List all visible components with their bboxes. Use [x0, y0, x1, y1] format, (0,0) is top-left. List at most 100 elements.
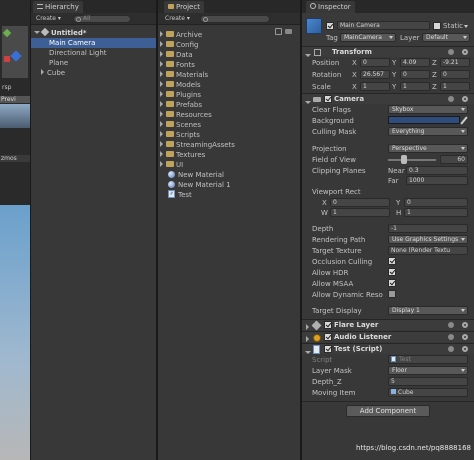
audio-listener-checkbox[interactable] [324, 333, 332, 341]
project-asset[interactable]: # Test [168, 190, 192, 200]
gear-icon[interactable] [462, 346, 468, 352]
label-filter-icon[interactable] [285, 29, 292, 34]
rotation-z-field[interactable]: 0 [440, 70, 470, 79]
viewport-w-field[interactable]: 1 [330, 208, 390, 217]
project-folder[interactable]: Materials [160, 70, 208, 80]
viewport-h-field[interactable]: 1 [404, 208, 468, 217]
project-folder[interactable]: Fonts [160, 60, 195, 70]
fov-slider-track[interactable] [388, 159, 436, 161]
project-asset[interactable]: New Material 1 [168, 180, 231, 190]
active-checkbox[interactable] [326, 22, 334, 30]
fov-field[interactable]: 60 [440, 155, 468, 164]
help-icon[interactable] [448, 96, 454, 102]
chevron-down-icon[interactable] [305, 100, 311, 104]
chevron-right-icon[interactable] [160, 51, 163, 57]
hierarchy-item-main-camera[interactable]: Main Camera [31, 38, 156, 48]
rotation-y-field[interactable]: 0 [400, 70, 430, 79]
rotation-x-field[interactable]: 26.567 [360, 70, 390, 79]
test-script-header[interactable]: Test (Script) [302, 343, 474, 354]
allow-msaa-checkbox[interactable] [388, 279, 396, 287]
hierarchy-create-button[interactable]: Create ▾ [36, 15, 61, 22]
viewport-y-field[interactable]: 0 [404, 198, 468, 207]
hierarchy-item-cube[interactable]: Cube [41, 68, 65, 78]
chevron-right-icon[interactable] [160, 141, 163, 147]
chevron-right-icon[interactable] [306, 324, 309, 330]
culling-mask-dropdown[interactable]: Everything [388, 127, 468, 136]
chevron-right-icon[interactable] [160, 151, 163, 157]
rendering-path-dropdown[interactable]: Use Graphics Settings [388, 235, 468, 244]
object-name-field[interactable]: Main Camera [337, 21, 430, 30]
help-icon[interactable] [448, 49, 454, 55]
chevron-right-icon[interactable] [160, 41, 163, 47]
add-component-button[interactable]: Add Component [346, 405, 430, 417]
static-checkbox[interactable] [433, 22, 441, 30]
tab-project[interactable]: Project [164, 1, 204, 13]
chevron-right-icon[interactable] [160, 91, 163, 97]
hierarchy-search-input[interactable]: All [73, 15, 131, 23]
project-folder[interactable]: Scripts [160, 130, 200, 140]
chevron-right-icon[interactable] [160, 71, 163, 77]
chevron-right-icon[interactable] [160, 61, 163, 67]
depth-field[interactable]: -1 [388, 224, 468, 233]
scene-gizmo[interactable] [2, 26, 28, 78]
layer-dropdown[interactable]: Default [422, 33, 470, 42]
chevron-right-icon[interactable] [41, 69, 44, 75]
camera-enabled-checkbox[interactable] [324, 95, 332, 103]
scene-root[interactable]: Untitled* [34, 27, 87, 38]
flare-layer-checkbox[interactable] [324, 321, 332, 329]
clear-flags-dropdown[interactable]: Skybox [388, 105, 468, 114]
gear-icon[interactable] [462, 334, 468, 340]
fov-slider-thumb[interactable] [401, 155, 407, 164]
chevron-down-icon[interactable] [34, 30, 40, 34]
project-folder[interactable]: Textures [160, 150, 205, 160]
target-display-dropdown[interactable]: Display 1 [388, 306, 468, 315]
project-folder[interactable]: Config [160, 40, 198, 50]
chevron-right-icon[interactable] [160, 31, 163, 37]
occlusion-culling-checkbox[interactable] [388, 257, 396, 265]
scale-y-field[interactable]: 1 [400, 82, 430, 91]
chevron-right-icon[interactable] [160, 101, 163, 107]
project-folder[interactable]: Scenes [160, 120, 201, 130]
scale-z-field[interactable]: 1 [440, 82, 470, 91]
scene-view[interactable]: rsp Previ zmos [0, 0, 30, 460]
audio-listener-header[interactable]: Audio Listener [302, 331, 474, 342]
gear-icon[interactable] [462, 96, 468, 102]
project-folder[interactable]: Prefabs [160, 100, 202, 110]
static-dropdown-icon[interactable] [464, 25, 468, 28]
tab-inspector[interactable]: Inspector [306, 1, 355, 13]
chevron-down-icon[interactable] [305, 350, 311, 354]
project-folder[interactable]: Models [160, 80, 201, 90]
gear-icon[interactable] [462, 49, 468, 55]
allow-dynamic-resolution-checkbox[interactable] [388, 290, 396, 298]
filter-icon[interactable] [275, 28, 282, 35]
flare-layer-header[interactable]: Flare Layer [302, 319, 474, 331]
help-icon[interactable] [448, 346, 454, 352]
gear-icon[interactable] [462, 322, 468, 328]
help-icon[interactable] [448, 322, 454, 328]
project-asset[interactable]: New Material [168, 170, 224, 180]
position-z-field[interactable]: -9.21 [440, 58, 470, 67]
transform-header[interactable]: Transform [302, 46, 474, 57]
gizmos-label[interactable]: zmos [0, 155, 30, 162]
camera-header[interactable]: Camera [302, 93, 474, 104]
project-folder[interactable]: StreamingAssets [160, 140, 235, 150]
projection-dropdown[interactable]: Perspective [388, 144, 468, 153]
test-script-checkbox[interactable] [324, 345, 332, 353]
depth-z-field[interactable]: 5 [388, 377, 468, 386]
moving-item-field[interactable]: Cube [388, 388, 468, 397]
chevron-right-icon[interactable] [160, 111, 163, 117]
hierarchy-item-directional-light[interactable]: Directional Light [49, 48, 107, 58]
layer-mask-dropdown[interactable]: Floor [388, 366, 468, 375]
position-x-field[interactable]: 0 [360, 58, 390, 67]
chevron-right-icon[interactable] [306, 336, 309, 342]
tab-hierarchy[interactable]: Hierarchy [33, 1, 83, 13]
position-y-field[interactable]: 4.09 [400, 58, 430, 67]
chevron-right-icon[interactable] [160, 81, 163, 87]
target-texture-field[interactable]: None (Render Textu [388, 246, 468, 255]
chevron-right-icon[interactable] [160, 131, 163, 137]
chevron-right-icon[interactable] [160, 121, 163, 127]
project-search-input[interactable] [200, 15, 270, 23]
project-create-button[interactable]: Create ▾ [165, 15, 190, 22]
chevron-down-icon[interactable] [305, 53, 311, 57]
near-field[interactable]: 0.3 [406, 166, 468, 175]
